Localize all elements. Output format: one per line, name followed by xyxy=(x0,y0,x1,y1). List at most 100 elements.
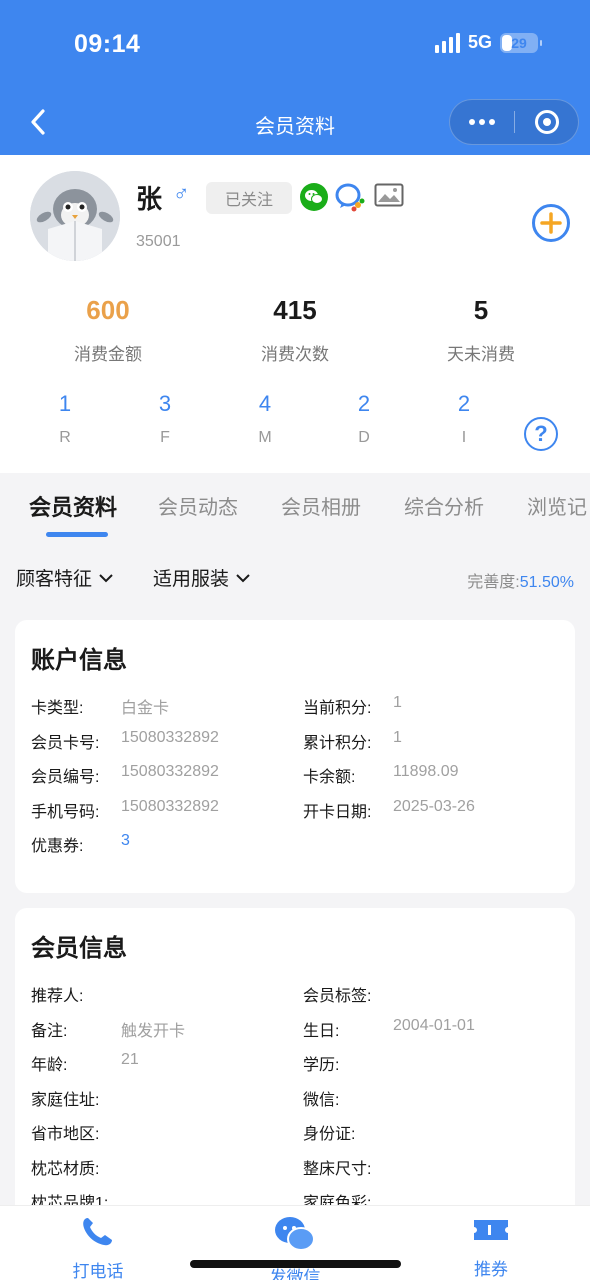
help-button[interactable]: ? xyxy=(524,417,558,451)
info-key: 学历: xyxy=(303,1057,340,1074)
info-row: 手机号码: 15080332892 xyxy=(31,798,219,822)
info-value[interactable]: 3 xyxy=(121,832,130,856)
info-key: 优惠券: xyxy=(31,838,84,855)
info-key: 年龄: xyxy=(31,1057,68,1074)
card-title: 账户信息 xyxy=(31,647,127,674)
member-id: 35001 xyxy=(136,233,181,250)
info-key: 枕芯材质: xyxy=(31,1160,100,1178)
push-coupon-label: 推券 xyxy=(474,1260,508,1279)
active-tab-indicator xyxy=(46,532,108,537)
info-row: 当前积分: 1 xyxy=(303,694,402,718)
close-mini-program-button[interactable] xyxy=(515,100,578,144)
signal-icon xyxy=(434,32,460,53)
rfm-value: 2 xyxy=(357,391,371,416)
info-row: 会员编号: 15080332892 xyxy=(31,763,219,787)
info-row: 开卡日期: 2025-03-26 xyxy=(303,798,475,822)
more-button[interactable] xyxy=(450,100,514,144)
stat-label: 消费次数 xyxy=(261,345,329,364)
rfm-r[interactable]: 1 R xyxy=(45,391,85,447)
tab-member-album[interactable]: 会员相册 xyxy=(281,491,361,520)
tab-analysis[interactable]: 综合分析 xyxy=(404,491,484,520)
add-button[interactable] xyxy=(531,203,571,248)
rfm-i[interactable]: 2 I xyxy=(444,391,484,447)
call-button[interactable]: 打电话 xyxy=(38,1214,158,1280)
stat-spend-count[interactable]: 415 消费次数 xyxy=(225,295,365,365)
info-key: 身份证: xyxy=(303,1126,356,1143)
tab-member-activity[interactable]: 会员动态 xyxy=(158,491,238,520)
rfm-value: 2 xyxy=(457,391,471,416)
plus-circle-icon xyxy=(532,204,570,242)
info-row: 卡余额: 11898.09 xyxy=(303,763,459,787)
battery-icon: 29 xyxy=(500,32,542,53)
rfm-d[interactable]: 2 D xyxy=(344,391,384,447)
clothing-dropdown[interactable]: 适用服装 xyxy=(153,564,251,591)
coupon-icon xyxy=(474,1220,508,1240)
penguin-avatar-icon xyxy=(30,171,120,261)
info-key: 手机号码: xyxy=(31,803,100,821)
info-key: 家庭住址: xyxy=(31,1091,100,1109)
home-indicator xyxy=(190,1260,401,1268)
network-type: 5G xyxy=(467,32,492,52)
male-gender-icon: ♂ xyxy=(173,181,190,206)
completion-rate: 完善度:51.50% xyxy=(467,568,574,592)
member-info-card: 会员信息 推荐人: 备注: 触发开卡 年龄: 21 家庭住址: 省市地区: 枕芯材质: 枕芯品牌… xyxy=(15,908,575,1228)
send-wechat-button[interactable]: 发微信 xyxy=(235,1214,355,1280)
avatar[interactable] xyxy=(30,171,120,261)
info-row: 累计积分: 1 xyxy=(303,729,402,753)
top-header: 09:14 5G 29 会员资料 xyxy=(0,0,590,155)
enterprise-wechat-icon[interactable] xyxy=(334,181,366,218)
info-key: 微信: xyxy=(303,1091,340,1109)
follow-status-badge[interactable]: 已关注 xyxy=(206,182,292,214)
info-key: 推荐人: xyxy=(31,988,84,1005)
rfm-label: M xyxy=(258,429,272,446)
info-key: 开卡日期: xyxy=(303,803,372,821)
rfm-f[interactable]: 3 F xyxy=(145,391,185,447)
completion-value: 51.50% xyxy=(519,574,574,591)
customer-traits-dropdown[interactable]: 顾客特征 xyxy=(16,564,114,591)
dropdown-label: 适用服装 xyxy=(153,569,230,590)
info-row: 省市地区: xyxy=(31,1120,121,1144)
stat-days-since[interactable]: 5 天未消费 xyxy=(411,295,551,365)
info-value: 白金卡 xyxy=(121,700,170,717)
stat-value: 415 xyxy=(273,295,317,325)
member-name: 张 xyxy=(136,184,163,214)
rfm-label: I xyxy=(461,429,467,446)
info-value: 2025-03-26 xyxy=(393,797,475,815)
phone-icon xyxy=(83,1218,112,1246)
stat-spend-amount[interactable]: 600 消费金额 xyxy=(38,295,178,365)
card-title: 会员信息 xyxy=(31,935,127,962)
info-key: 整床尺寸: xyxy=(303,1160,372,1178)
info-value: 1 xyxy=(393,694,402,711)
info-row: 枕芯材质: xyxy=(31,1155,121,1179)
info-value: 21 xyxy=(121,1051,139,1068)
rfm-m[interactable]: 4 M xyxy=(245,391,285,447)
info-key: 累计积分: xyxy=(303,734,372,752)
completion-label: 完善度: xyxy=(467,574,520,591)
rfm-value: 4 xyxy=(258,391,272,416)
mini-program-capsule xyxy=(449,99,579,145)
chevron-down-icon xyxy=(99,573,113,582)
target-icon xyxy=(534,110,559,134)
info-key: 备注: xyxy=(31,1022,68,1040)
info-value: 15080332892 xyxy=(121,728,219,746)
stat-value: 5 xyxy=(473,295,489,325)
info-value: 1 xyxy=(393,728,402,746)
filter-row: 顾客特征 适用服装 完善度:51.50% xyxy=(0,558,590,598)
push-coupon-button[interactable]: 推券 xyxy=(431,1214,551,1280)
tab-browse-history[interactable]: 浏览记 xyxy=(527,491,587,520)
image-icon[interactable] xyxy=(374,183,404,214)
info-value: 触发开卡 xyxy=(121,1022,186,1040)
info-value: 11898.09 xyxy=(393,763,459,780)
chevron-down-icon xyxy=(236,573,250,582)
tab-member-info[interactable]: 会员资料 xyxy=(29,490,117,522)
info-key: 卡余额: xyxy=(303,769,356,786)
bottom-action-bar: 打电话 发微信 推券 xyxy=(0,1205,590,1280)
status-indicators: 5G 29 xyxy=(434,32,542,53)
tab-bar: 会员资料 会员动态 会员相册 综合分析 浏览记 xyxy=(0,473,590,543)
status-time: 09:14 xyxy=(74,30,141,58)
info-row: 家庭住址: xyxy=(31,1086,121,1110)
info-row: 优惠券: 3 xyxy=(31,832,130,856)
info-row: 年龄: 21 xyxy=(31,1051,139,1075)
info-row: 微信: xyxy=(303,1086,393,1110)
wechat-icon[interactable] xyxy=(300,183,328,216)
